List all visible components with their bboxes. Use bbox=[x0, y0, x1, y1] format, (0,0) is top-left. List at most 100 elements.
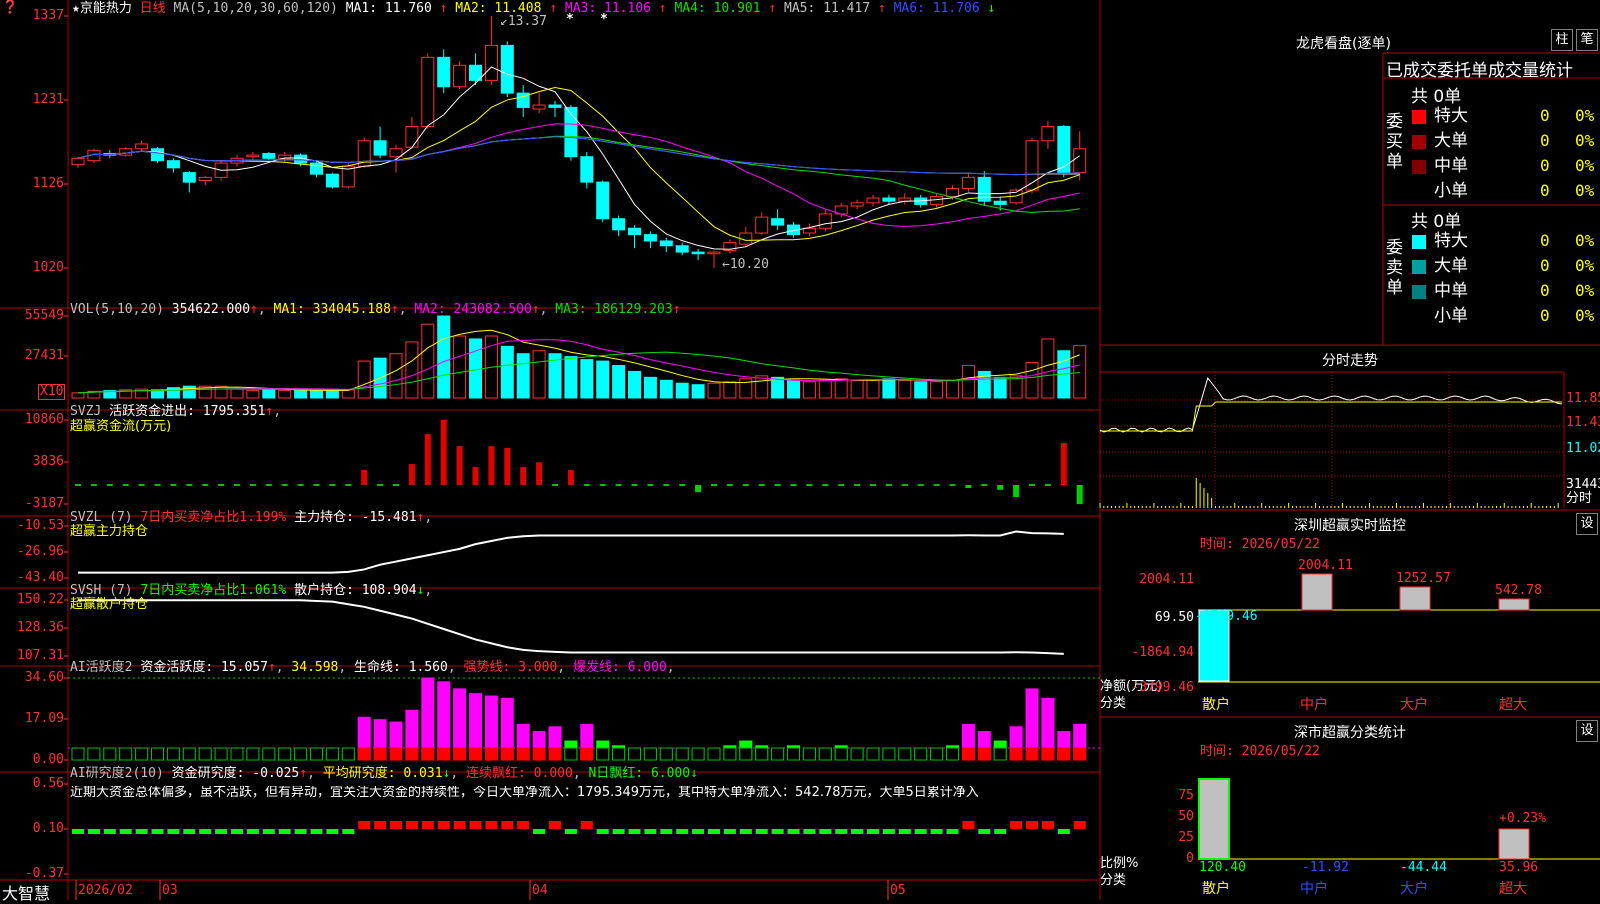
intraday-tick-2: 11.02 bbox=[1566, 441, 1600, 456]
ai-research-n: N日飘红: 6.000 bbox=[588, 766, 691, 781]
svzj-bar-35 bbox=[631, 484, 638, 486]
svzj-bar-24 bbox=[456, 446, 463, 485]
vol-bar-61 bbox=[1041, 338, 1055, 399]
sz-monitor-tick-1: 69.50 bbox=[1154, 610, 1194, 625]
period-label[interactable]: 日线 bbox=[140, 1, 166, 16]
sz-monitor-bar-1 bbox=[1301, 573, 1333, 611]
svzl-header: SVZL (7) 7日内买卖净占比1.199% 主力持仓: -15.481↑, bbox=[70, 510, 433, 525]
sell-row-count-0: 0 bbox=[1540, 231, 1550, 250]
sz-class-settings-button[interactable]: 设 bbox=[1576, 720, 1598, 742]
candle-body-6 bbox=[166, 160, 180, 169]
vol-bar-28 bbox=[516, 353, 530, 399]
intraday-title: 分时走势 bbox=[1322, 353, 1378, 369]
ai-active-base-34 bbox=[612, 747, 626, 761]
ai-active-base-21 bbox=[405, 747, 419, 761]
ai-active-base-60 bbox=[1025, 747, 1039, 761]
svzj-bar-10 bbox=[234, 484, 240, 486]
ai-research-bar-32 bbox=[580, 821, 593, 829]
svzj-tick-0: 10860 bbox=[24, 412, 64, 427]
buy-row-count-2: 0 bbox=[1540, 156, 1550, 175]
candle-body-61 bbox=[1041, 125, 1055, 142]
ai-active-base-13 bbox=[278, 747, 292, 761]
ai-active-base-43 bbox=[755, 747, 769, 761]
ai-research-tick-1: 0.10 bbox=[32, 821, 64, 836]
vol-tick-0: 55549 bbox=[24, 308, 64, 323]
chart-canvas[interactable] bbox=[0, 0, 1600, 900]
ai-active-base-20 bbox=[389, 747, 403, 761]
svsh-tick-1: 128.36 bbox=[17, 620, 64, 635]
ai-research-bar-23 bbox=[437, 821, 450, 829]
svzj-subtitle: 超赢资金流(万元) bbox=[70, 419, 172, 434]
ma-line-6 bbox=[77, 136, 1080, 176]
svzj-bar-39 bbox=[695, 485, 702, 493]
tick-mode-button[interactable]: 笔 bbox=[1576, 29, 1598, 51]
buy-row-pct-1: 0% bbox=[1575, 131, 1595, 150]
ai-research-bar-25 bbox=[469, 821, 482, 829]
vol-ma2-line bbox=[77, 339, 1080, 394]
intraday-price-line bbox=[1099, 376, 1563, 433]
svsh-subtitle: 超赢散户持仓 bbox=[70, 597, 149, 612]
ai-active-base-22 bbox=[421, 747, 435, 761]
sz-monitor-settings-button[interactable]: 设 bbox=[1576, 513, 1598, 535]
ai-active-base-48 bbox=[834, 747, 848, 761]
svzj-tick-2: -3187 bbox=[24, 496, 64, 511]
candle-body-37 bbox=[659, 240, 673, 247]
ai-research-bar-2 bbox=[103, 829, 116, 834]
ma-value-6: MA6: 11.706 bbox=[893, 1, 988, 16]
brand-logo: 大智慧 bbox=[2, 884, 51, 903]
svzl-tick-1: -26.96 bbox=[17, 544, 64, 559]
svzj-bar-38 bbox=[679, 484, 686, 486]
svzj-header: SVZJ 活跃资金进出: 1795.351↑, bbox=[70, 404, 282, 419]
ai-active-base-49 bbox=[850, 747, 864, 761]
sell-row-swatch-3 bbox=[1412, 310, 1426, 324]
vol-bar-31 bbox=[564, 356, 578, 399]
vol-bar-10 bbox=[230, 388, 244, 399]
ma-value-4: MA4: 10.901 bbox=[674, 1, 769, 16]
ai-active-base-3 bbox=[119, 747, 133, 761]
ai-active-base-4 bbox=[135, 747, 149, 761]
svzl-title: SVZL (7) bbox=[70, 510, 133, 525]
ai-research-header: AI研究度2(10) 资金研究度: -0.025↑, 平均研究度: 0.031↓… bbox=[70, 766, 698, 781]
ma-line-2 bbox=[77, 86, 1080, 241]
ai-research-bar-12 bbox=[262, 829, 275, 834]
ai-research-bar-24 bbox=[453, 821, 466, 829]
candle-body-21 bbox=[405, 125, 419, 148]
svsh-line bbox=[78, 599, 1064, 655]
ai-research-bar-4 bbox=[135, 829, 148, 834]
ai-active-base-25 bbox=[469, 747, 482, 761]
ai-active-title: AI活跃度2 bbox=[70, 660, 133, 675]
svzj-bar-61 bbox=[1044, 484, 1051, 486]
sell-row-pct-2: 0% bbox=[1575, 281, 1595, 300]
svzj-bar-22 bbox=[424, 434, 431, 485]
vol-bar-37 bbox=[659, 379, 673, 399]
svzl-tick-0: -10.53 bbox=[17, 518, 64, 533]
sz-monitor-cat-2: 大户 bbox=[1400, 697, 1428, 713]
ai-active-base-19 bbox=[373, 747, 387, 761]
buy-row-pct-0: 0% bbox=[1575, 106, 1595, 125]
sell-row-name-0: 特大 bbox=[1434, 231, 1468, 251]
ai-active-base-36 bbox=[643, 747, 657, 761]
ai-research-bar-54 bbox=[930, 829, 943, 834]
ai-research-bar-20 bbox=[390, 821, 402, 829]
ai-active-base-35 bbox=[628, 747, 641, 761]
vol-bar-41 bbox=[723, 381, 737, 399]
svzj-bar-43 bbox=[758, 484, 765, 486]
ma-arrow-1: ↑ bbox=[439, 1, 456, 16]
vol-bar-46 bbox=[802, 381, 816, 399]
ai-active-base-7 bbox=[182, 747, 196, 761]
svzj-bar-13 bbox=[281, 484, 288, 486]
svzj-bar-12 bbox=[265, 484, 272, 486]
sell-row-pct-1: 0% bbox=[1575, 256, 1595, 275]
sell-row-swatch-0 bbox=[1412, 235, 1426, 249]
ai-active-base-9 bbox=[214, 747, 228, 761]
ai-active-base-54 bbox=[930, 747, 944, 761]
svzj-bar-2 bbox=[106, 484, 113, 486]
sz-class-cat-2: 大户 bbox=[1400, 881, 1428, 897]
ai-research-bar-13 bbox=[278, 829, 291, 834]
ai-research-bar-8 bbox=[199, 829, 212, 834]
svzj-label: 活跃资金进出: 1795.351 bbox=[109, 404, 266, 419]
ai-active-tick-1: 17.09 bbox=[24, 711, 64, 726]
svsh-label: 散户持仓: 108.904 bbox=[294, 583, 417, 598]
bar-mode-button[interactable]: 柱 bbox=[1551, 29, 1573, 51]
ai-research-bar-28 bbox=[517, 821, 530, 829]
